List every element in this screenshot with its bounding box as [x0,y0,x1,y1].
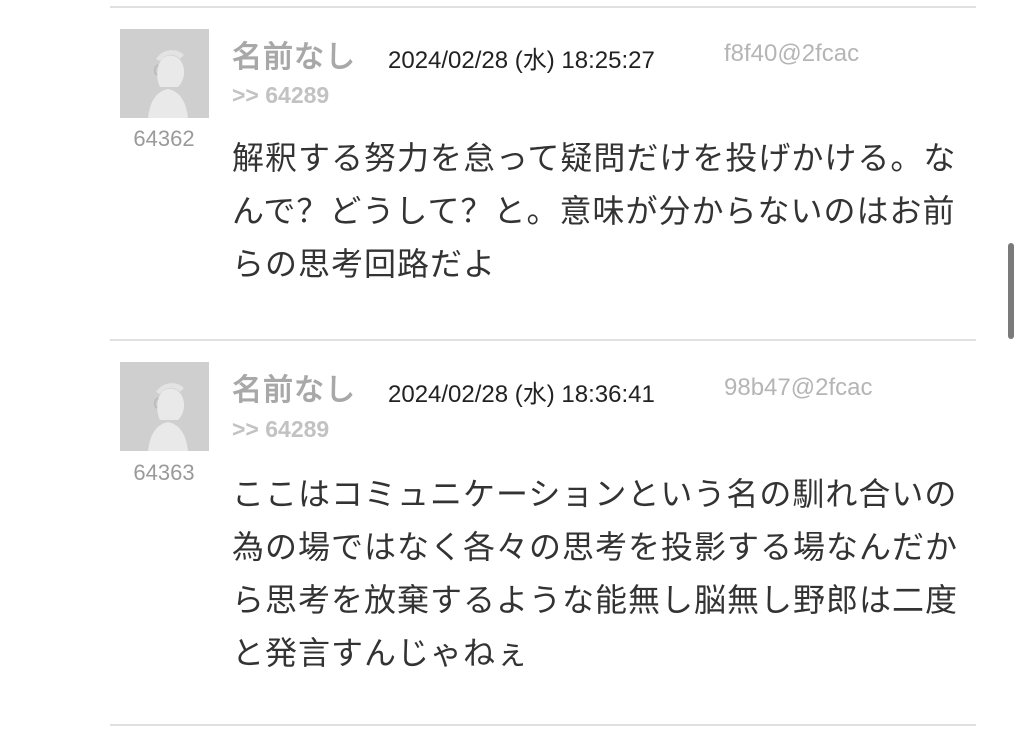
poster-name: 名前なし [232,40,356,75]
avatar[interactable] [120,362,209,451]
reply-anchor-link[interactable]: >> 64289 [232,416,329,443]
anonymous-user-avatar-icon [120,362,209,451]
post-divider-top [110,6,976,8]
poster-id: 98b47@2fcac [724,374,873,401]
avatar[interactable] [120,29,209,118]
poster-name: 名前なし [232,373,356,408]
post-date: 2024/02/28 (水) 18:36:41 [388,381,655,408]
post-date: 2024/02/28 (水) 18:25:27 [388,47,655,74]
post-divider-bottom [110,724,976,726]
post-number[interactable]: 64362 [110,126,218,152]
post-number[interactable]: 64363 [110,460,218,486]
post-divider [110,339,976,341]
vertical-scrollbar[interactable] [1008,243,1014,339]
post-body: 解釈する努力を怠って疑問だけを投げかける。なんで？どうして？と。意味が分からない… [232,139,957,283]
poster-id: f8f40@2fcac [724,40,860,67]
reply-anchor-link[interactable]: >> 64289 [232,82,329,109]
anonymous-user-avatar-icon [120,29,209,118]
post-body: ここはコミュニケーションという名の馴れ合いの為の場ではなく各々の思考を投影する場… [232,475,959,672]
